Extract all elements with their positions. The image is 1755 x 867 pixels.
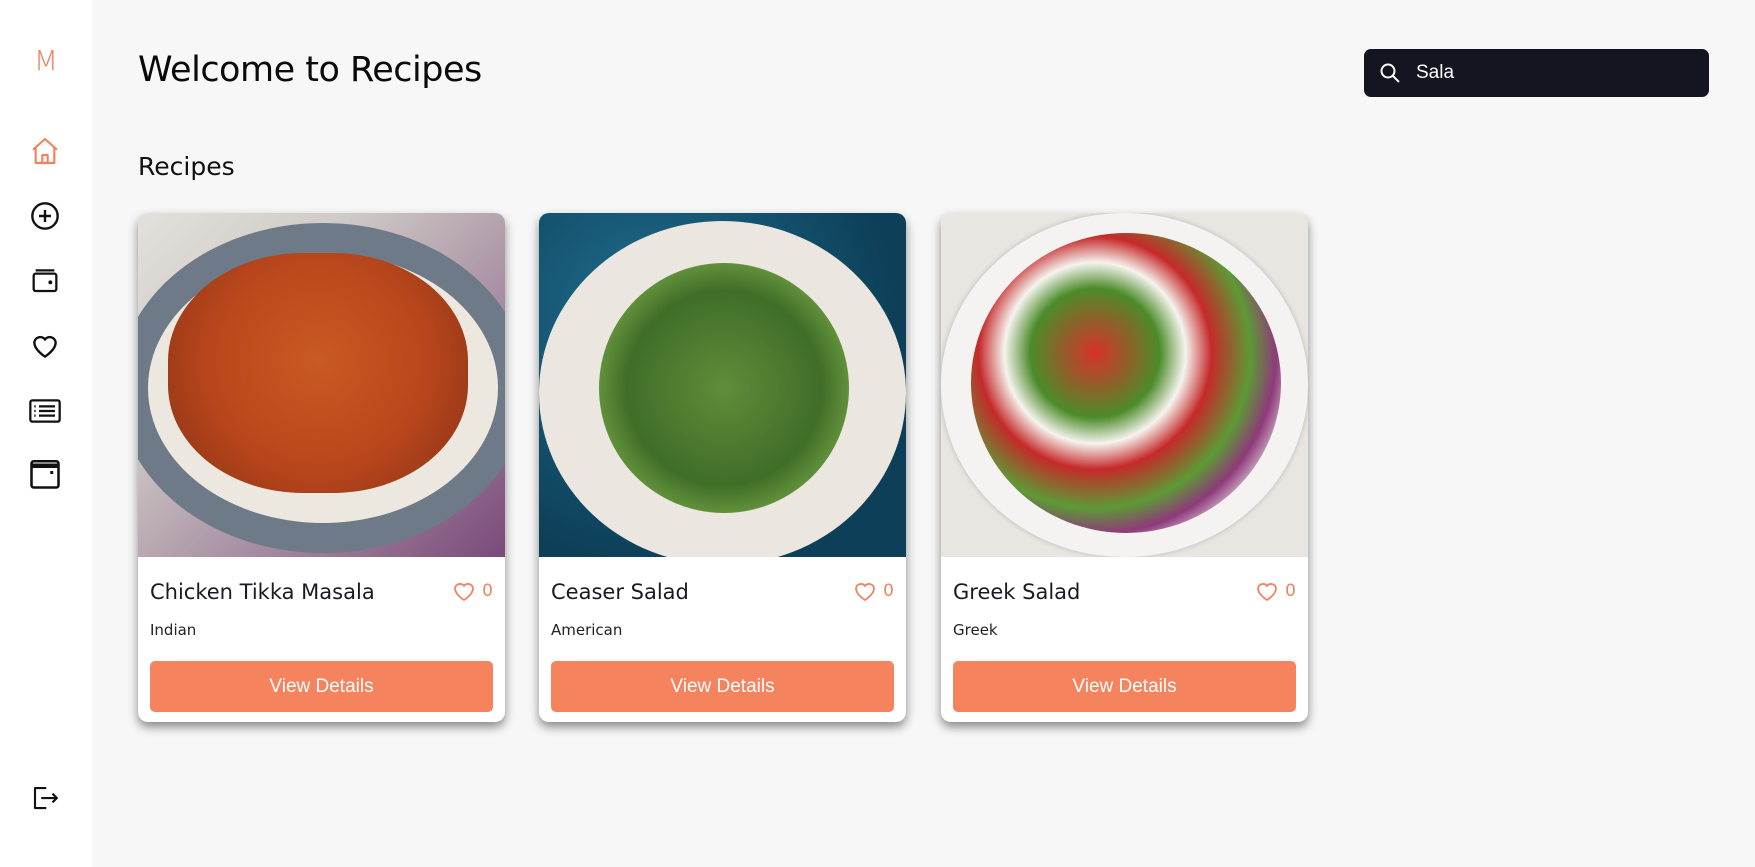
wallet-icon[interactable]: [27, 263, 63, 299]
list-icon[interactable]: [27, 393, 63, 429]
search-icon: [1380, 63, 1400, 83]
heart-icon[interactable]: [27, 328, 63, 364]
like-count: 0: [1285, 581, 1296, 601]
recipe-title: Greek Salad: [953, 580, 1081, 604]
view-details-button[interactable]: View Details: [150, 661, 493, 712]
view-details-button[interactable]: View Details: [551, 661, 894, 712]
heart-icon: [454, 583, 475, 602]
like-button[interactable]: 0: [853, 580, 894, 602]
like-button[interactable]: 0: [1255, 580, 1296, 602]
recipe-cuisine: Greek: [953, 621, 998, 639]
recipe-card: Chicken Tikka Masala 0 Indian View Detai…: [138, 213, 505, 722]
heart-icon: [855, 583, 876, 602]
like-count: 0: [482, 581, 493, 601]
section-title: Recipes: [138, 152, 235, 181]
view-details-button[interactable]: View Details: [953, 661, 1296, 712]
search-bar[interactable]: [1364, 49, 1709, 97]
recipe-card: Greek Salad 0 Greek View Details: [941, 213, 1308, 722]
page-title: Welcome to Recipes: [138, 50, 482, 90]
recipe-image: [539, 213, 906, 557]
recipe-title: Ceaser Salad: [551, 580, 689, 604]
recipe-title: Chicken Tikka Masala: [150, 580, 375, 604]
recipe-cuisine: Indian: [150, 621, 197, 639]
sidebar: M: [0, 0, 92, 867]
recipe-image: [138, 213, 505, 557]
app-logo: M: [33, 44, 59, 77]
search-input[interactable]: [1416, 62, 1686, 84]
recipe-card: Ceaser Salad 0 American View Details: [539, 213, 906, 722]
calendar-icon[interactable]: [27, 456, 63, 492]
like-button[interactable]: 0: [452, 580, 493, 602]
like-count: 0: [883, 581, 894, 601]
recipe-cuisine: American: [551, 621, 623, 639]
logout-icon[interactable]: [27, 780, 63, 816]
recipe-image: [941, 213, 1308, 557]
heart-icon: [1257, 583, 1278, 602]
home-icon[interactable]: [27, 133, 63, 169]
add-recipe-icon[interactable]: [27, 198, 63, 234]
